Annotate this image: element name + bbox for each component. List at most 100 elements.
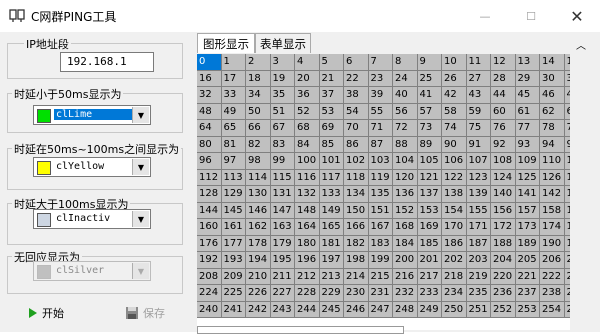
ip-cell[interactable]: 121: [417, 169, 442, 186]
ip-cell[interactable]: 37: [319, 87, 344, 104]
ip-cell[interactable]: 214: [344, 268, 369, 285]
ip-cell[interactable]: 40: [393, 87, 418, 104]
ip-cell[interactable]: 101: [319, 153, 344, 170]
chevron-down-icon[interactable]: ▼: [132, 263, 149, 279]
ip-cell[interactable]: 104: [393, 153, 418, 170]
ip-cell[interactable]: 239: [564, 285, 570, 302]
ip-cell[interactable]: 248: [393, 301, 418, 318]
ip-cell[interactable]: 24: [393, 70, 418, 87]
ip-cell[interactable]: 229: [319, 285, 344, 302]
ip-cell[interactable]: 192: [197, 252, 222, 269]
ip-cell[interactable]: 107: [466, 153, 491, 170]
ip-cell[interactable]: 6: [344, 54, 369, 71]
ip-cell[interactable]: 90: [442, 136, 467, 153]
ip-cell[interactable]: 86: [344, 136, 369, 153]
ip-cell[interactable]: 36: [295, 87, 320, 104]
tab-graphic[interactable]: 图形显示: [197, 33, 255, 53]
ip-cell[interactable]: 31: [564, 70, 570, 87]
ip-cell[interactable]: 67: [270, 120, 295, 137]
ip-cell[interactable]: 163: [270, 219, 295, 236]
ip-cell[interactable]: 115: [270, 169, 295, 186]
ip-cell[interactable]: 150: [344, 202, 369, 219]
ip-cell[interactable]: 233: [417, 285, 442, 302]
close-button[interactable]: ✕: [554, 0, 600, 32]
ip-cell[interactable]: 148: [295, 202, 320, 219]
minimize-button[interactable]: —: [462, 0, 508, 32]
ip-cell[interactable]: 231: [368, 285, 393, 302]
ip-cell[interactable]: 210: [246, 268, 271, 285]
ip-cell[interactable]: 151: [368, 202, 393, 219]
ip-cell[interactable]: 17: [221, 70, 246, 87]
ip-cell[interactable]: 254: [540, 301, 565, 318]
ip-cell[interactable]: 183: [368, 235, 393, 252]
ip-cell[interactable]: 15: [564, 54, 570, 71]
ip-cell[interactable]: 116: [295, 169, 320, 186]
ip-cell[interactable]: 92: [491, 136, 516, 153]
ip-cell[interactable]: 39: [368, 87, 393, 104]
ip-cell[interactable]: 236: [491, 285, 516, 302]
ip-cell[interactable]: 220: [491, 268, 516, 285]
ip-cell[interactable]: 20: [295, 70, 320, 87]
ip-cell[interactable]: 185: [417, 235, 442, 252]
ip-cell[interactable]: 241: [221, 301, 246, 318]
ip-cell[interactable]: 127: [564, 169, 570, 186]
ip-cell[interactable]: 46: [540, 87, 565, 104]
ip-cell[interactable]: 199: [368, 252, 393, 269]
ip-cell[interactable]: 72: [393, 120, 418, 137]
ip-cell[interactable]: 172: [491, 219, 516, 236]
ip-cell[interactable]: 226: [246, 285, 271, 302]
ip-cell[interactable]: 167: [368, 219, 393, 236]
ip-cell[interactable]: 60: [491, 103, 516, 120]
ip-cell[interactable]: 11: [466, 54, 491, 71]
ip-cell[interactable]: 71: [368, 120, 393, 137]
ip-cell[interactable]: 75: [466, 120, 491, 137]
ip-cell[interactable]: 103: [368, 153, 393, 170]
ip-cell[interactable]: 146: [246, 202, 271, 219]
ip-cell[interactable]: 13: [515, 54, 540, 71]
ip-cell[interactable]: 93: [515, 136, 540, 153]
ip-cell[interactable]: 141: [515, 186, 540, 203]
ip-cell[interactable]: 187: [466, 235, 491, 252]
ip-cell[interactable]: 142: [540, 186, 565, 203]
ip-cell[interactable]: 42: [442, 87, 467, 104]
ip-cell[interactable]: 59: [466, 103, 491, 120]
ip-cell[interactable]: 161: [221, 219, 246, 236]
ip-cell[interactable]: 179: [270, 235, 295, 252]
ip-cell[interactable]: 131: [270, 186, 295, 203]
ip-cell[interactable]: 237: [515, 285, 540, 302]
ip-cell[interactable]: 215: [368, 268, 393, 285]
ip-cell[interactable]: 194: [246, 252, 271, 269]
ip-cell[interactable]: 114: [246, 169, 271, 186]
ip-cell[interactable]: 83: [270, 136, 295, 153]
ip-cell[interactable]: 113: [221, 169, 246, 186]
ip-cell[interactable]: 82: [246, 136, 271, 153]
ip-cell[interactable]: 8: [393, 54, 418, 71]
ip-cell[interactable]: 94: [540, 136, 565, 153]
ip-cell[interactable]: 49: [221, 103, 246, 120]
ip-cell[interactable]: 234: [442, 285, 467, 302]
tab-table[interactable]: 表单显示: [255, 33, 311, 53]
ip-cell[interactable]: 158: [540, 202, 565, 219]
ip-cell[interactable]: 252: [491, 301, 516, 318]
ip-cell[interactable]: 41: [417, 87, 442, 104]
ip-cell[interactable]: 73: [417, 120, 442, 137]
ip-cell[interactable]: 70: [344, 120, 369, 137]
ip-cell[interactable]: 222: [540, 268, 565, 285]
ip-cell[interactable]: 133: [319, 186, 344, 203]
ip-cell[interactable]: 87: [368, 136, 393, 153]
ip-cell[interactable]: 169: [417, 219, 442, 236]
ip-cell[interactable]: 74: [442, 120, 467, 137]
ip-cell[interactable]: 52: [295, 103, 320, 120]
ip-cell[interactable]: 223: [564, 268, 570, 285]
ip-cell[interactable]: 28: [491, 70, 516, 87]
ip-cell[interactable]: 80: [197, 136, 222, 153]
ip-cell[interactable]: 230: [344, 285, 369, 302]
ip-cell[interactable]: 77: [515, 120, 540, 137]
ip-cell[interactable]: 119: [368, 169, 393, 186]
ip-cell[interactable]: 33: [221, 87, 246, 104]
ip-cell[interactable]: 91: [466, 136, 491, 153]
ip-cell[interactable]: 149: [319, 202, 344, 219]
ip-cell[interactable]: 155: [466, 202, 491, 219]
ip-cell[interactable]: 135: [368, 186, 393, 203]
ip-cell[interactable]: 66: [246, 120, 271, 137]
